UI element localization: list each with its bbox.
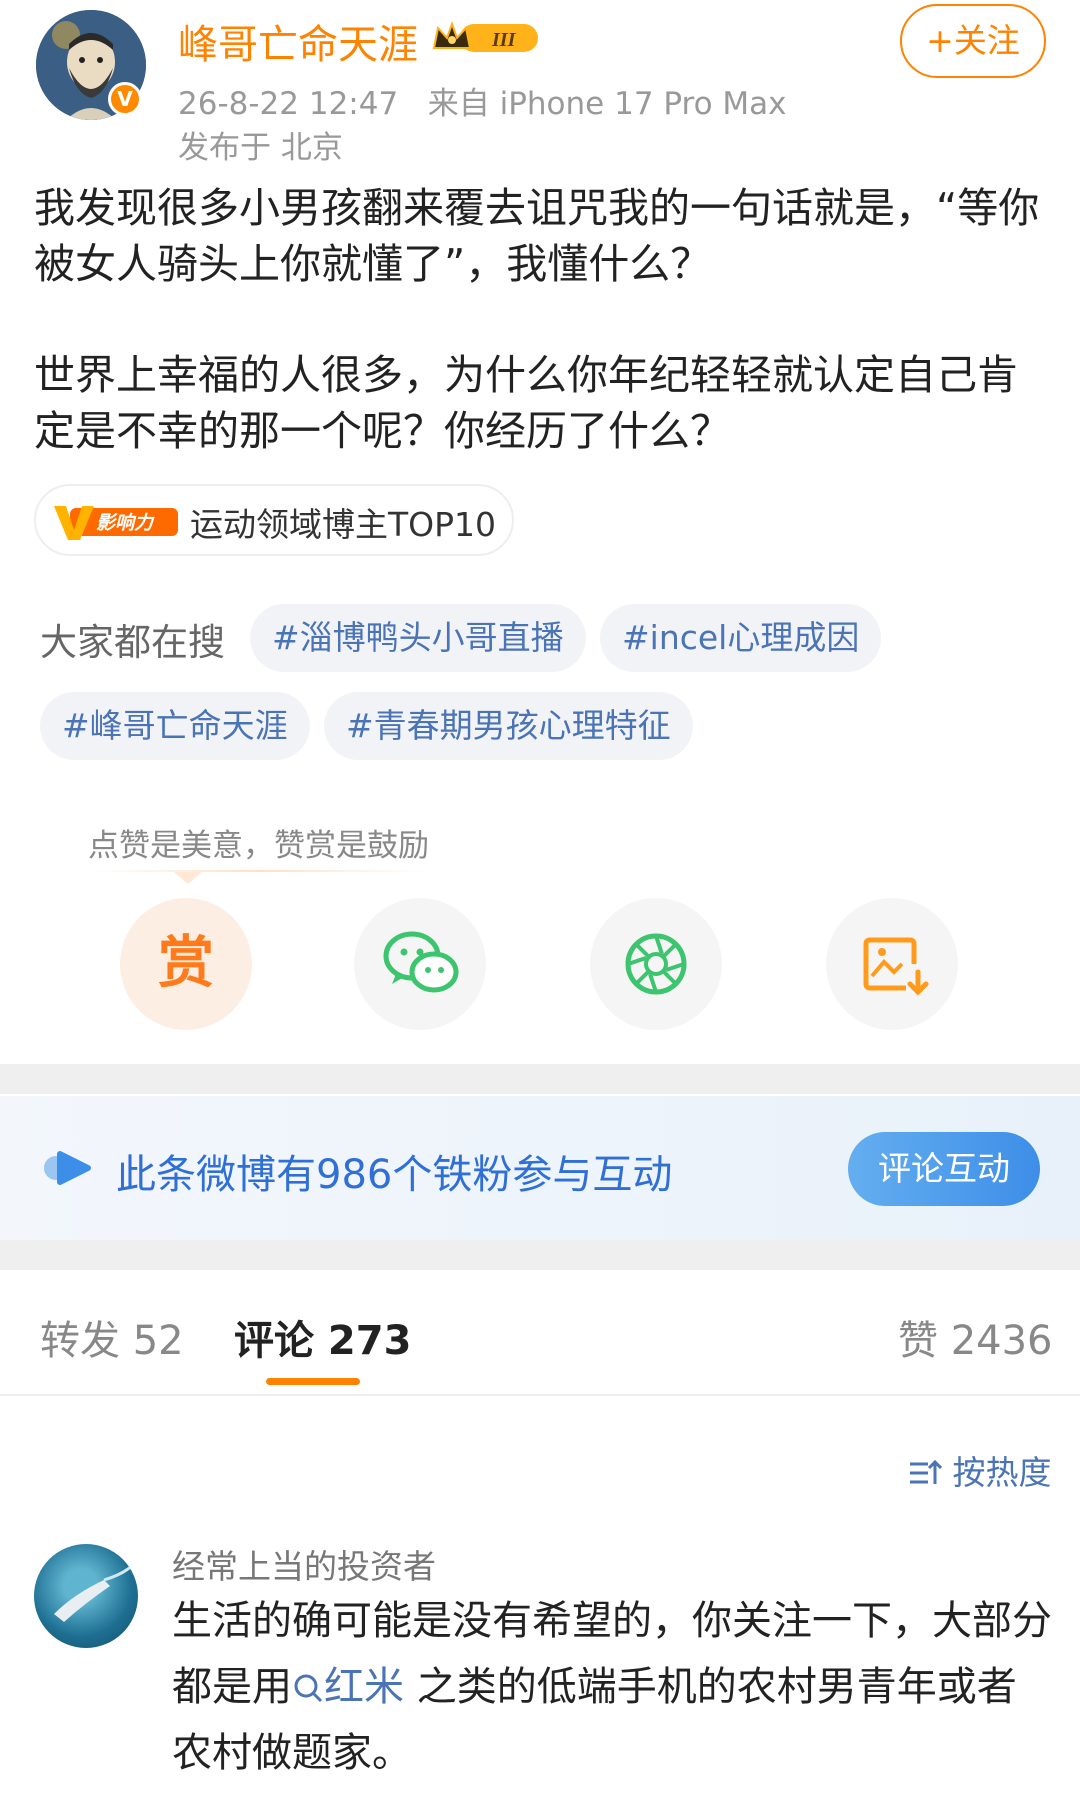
reward-hint-divider [88, 870, 428, 872]
search-link[interactable]: 红米 [292, 1664, 404, 1710]
hot-search-tag[interactable]: #峰哥亡命天涯 [40, 692, 310, 760]
moments-icon [625, 933, 687, 995]
commenter-avatar-image [54, 1562, 136, 1622]
tab-comment[interactable]: 评论 273 [234, 1308, 411, 1366]
comment-text: 生活的确可能是没有希望的，你关注一下，大部分都是用 红米 之类的低端手机的农村男青… [172, 1588, 1052, 1786]
save-image-button[interactable] [826, 898, 958, 1030]
fan-interaction-text: 此条微博有986个铁粉参与互动 [116, 1152, 673, 1198]
author-name[interactable]: 峰哥亡命天涯 [178, 12, 418, 70]
hot-search-tag[interactable]: #青春期男孩心理特征 [324, 692, 693, 760]
section-divider [0, 1240, 1080, 1270]
hot-search-tag[interactable]: #淄博鸭头小哥直播 [250, 604, 586, 672]
level-badge-text: III [491, 29, 517, 51]
post-source: 来自 iPhone 17 Pro Max [427, 86, 787, 122]
influence-text: 运动领域博主TOP10 [190, 505, 497, 544]
commenter-avatar[interactable] [34, 1544, 138, 1648]
share-moments-button[interactable] [590, 898, 722, 1030]
hot-search-label: 大家都在搜 [40, 621, 225, 664]
post-time: 26-8-22 12:47 [178, 86, 399, 122]
follow-button[interactable]: +关注 [900, 4, 1046, 78]
reward-hint: 点赞是美意，赞赏是鼓励 [88, 828, 429, 864]
fan-interaction-icon [44, 1151, 91, 1185]
commenter-name[interactable]: 经常上当的投资者 [172, 1540, 436, 1588]
reward-hint-arrow [174, 872, 202, 884]
post-paragraph: 我发现很多小男孩翻来覆去诅咒我的一句话就是，“等你被女人骑头上你就懂了”，我懂什… [34, 184, 1040, 288]
influence-tag[interactable]: 影响力 运动领域博主TOP10 [34, 484, 514, 556]
wechat-icon [383, 931, 459, 993]
sort-label: 按热度 [952, 1453, 1052, 1492]
member-level-badge[interactable]: III [430, 18, 542, 58]
fan-interaction-banner: 此条微博有986个铁粉参与互动 评论互动 [0, 1096, 1080, 1240]
tab-like[interactable]: 赞 2436 [898, 1308, 1053, 1366]
tab-repost[interactable]: 转发 52 [40, 1308, 184, 1366]
post-paragraph: 世界上幸福的人很多，为什么你年纪轻轻就认定自己肯定是不幸的那一个呢？你经历了什么… [34, 351, 1018, 455]
search-link-text[interactable]: 红米 [324, 1664, 404, 1710]
comment-interact-button[interactable]: 评论互动 [848, 1132, 1040, 1206]
active-tab-indicator [266, 1378, 360, 1385]
tab-divider [0, 1394, 1080, 1396]
verified-badge: V [108, 82, 142, 116]
post-location: 发布于 北京 [178, 130, 343, 166]
influence-badge-text: 影响力 [96, 512, 155, 534]
reward-icon: 赏 [158, 931, 214, 996]
section-divider [0, 1064, 1080, 1094]
sort-icon [910, 1459, 943, 1484]
hot-search-tag[interactable]: #incel心理成因 [600, 604, 882, 672]
share-wechat-button[interactable] [354, 898, 486, 1030]
post-meta-time-source: 26-8-22 12:47 来自 iPhone 17 Pro Max [178, 78, 787, 123]
reward-button[interactable]: 赏 [120, 898, 252, 1030]
save-image-icon [863, 937, 929, 996]
search-icon [294, 1674, 323, 1703]
sort-by-hot-button[interactable]: 按热度 [908, 1446, 1052, 1494]
post-body: 我发现很多小男孩翻来覆去诅咒我的一句话就是，“等你被女人骑头上你就懂了”，我懂什… [34, 180, 1044, 514]
influence-v-icon: 影响力 [54, 506, 178, 540]
